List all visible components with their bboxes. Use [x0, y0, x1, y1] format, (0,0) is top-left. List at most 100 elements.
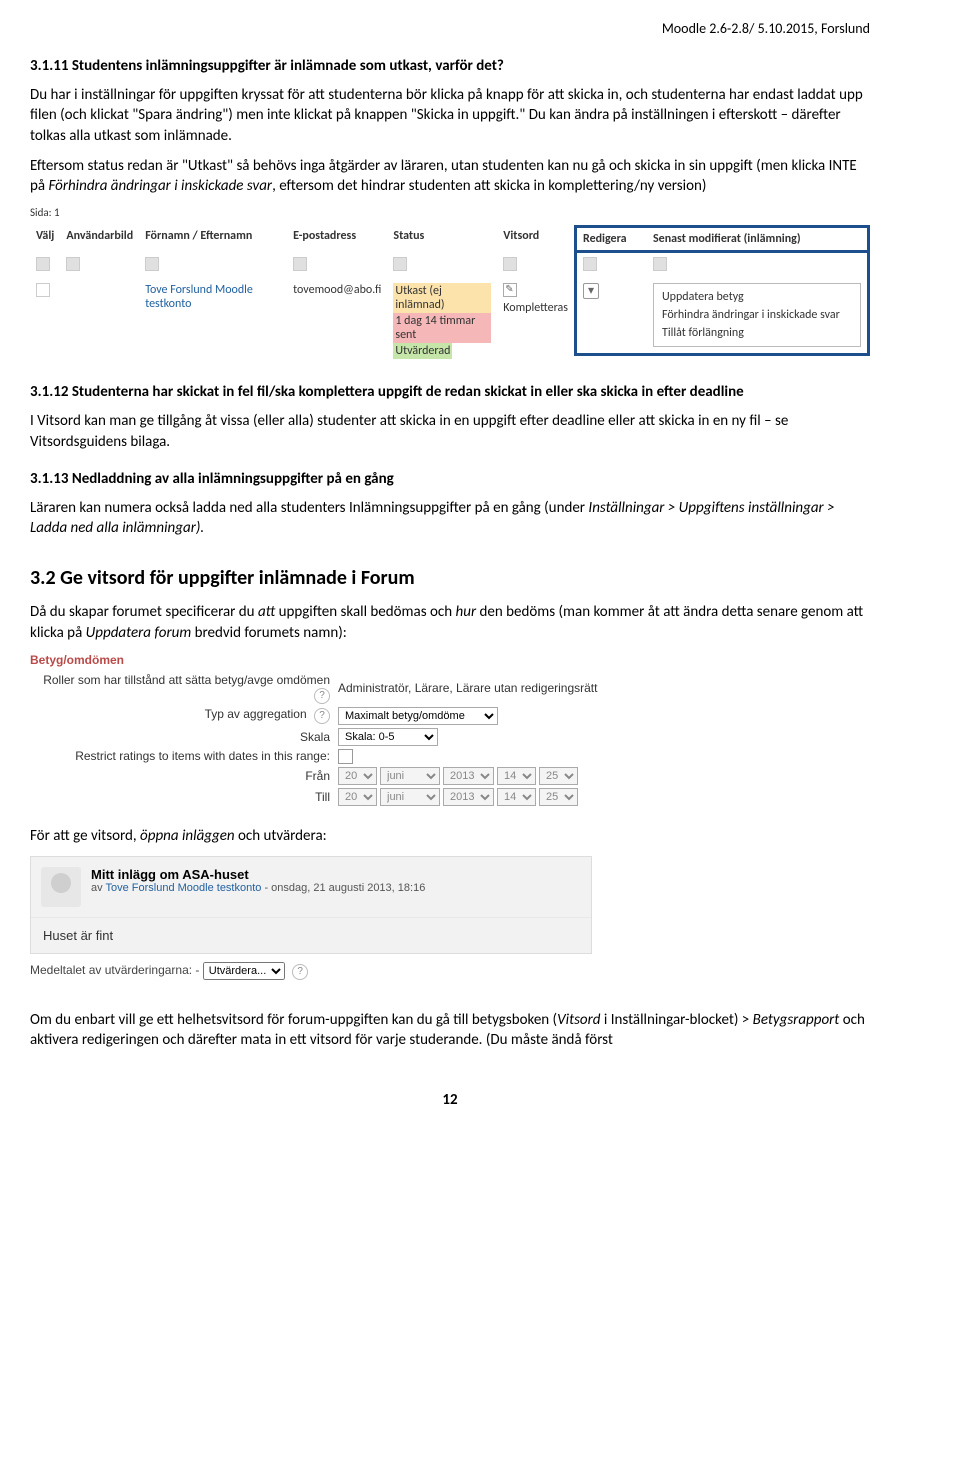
- collapse-icon[interactable]: [653, 257, 667, 271]
- avatar: [41, 867, 81, 907]
- txt: i Inställningar-blocket) >: [600, 1011, 752, 1029]
- table-header-row: Välj Användarbild Förnamn / Efternamn E-…: [30, 225, 870, 253]
- txt: Då du skapar forumet specificerar du: [30, 603, 258, 621]
- collapse-icon[interactable]: [503, 257, 517, 271]
- status-cell: Utkast (ej inlämnad) 1 dag 14 timmar sen…: [387, 279, 497, 363]
- gear-icon[interactable]: ▾: [583, 283, 599, 299]
- txt: Läraren kan numera också ladda ned alla …: [30, 499, 588, 517]
- to-hour-select[interactable]: 14: [497, 788, 536, 806]
- col-status: Status: [387, 225, 497, 253]
- txt: och utvärdera:: [235, 827, 327, 845]
- post-body: Huset är fint: [31, 918, 591, 953]
- txt: Om du enbart vill ge ett helhetsvitsord …: [30, 1011, 557, 1029]
- student-email: tovemood@abo.fi: [287, 279, 387, 363]
- heading-3-1-12: 3.1.12 Studenterna har skickat in fel fi…: [30, 383, 870, 401]
- txt-italic: hur: [456, 603, 477, 621]
- forum-post: Mitt inlägg om ASA-huset av Tove Forslun…: [30, 856, 592, 954]
- ratings-section-title: Betyg/omdömen: [30, 653, 870, 667]
- post-author-link[interactable]: Tove Forslund Moodle testkonto: [105, 882, 261, 894]
- ratings-settings-form: Betyg/omdömen Roller som har tillstånd a…: [30, 653, 870, 806]
- grade-cell: Kompletteras: [497, 279, 574, 363]
- to-year-select[interactable]: 2013: [443, 788, 494, 806]
- page-header: Moodle 2.6-2.8/ 5.10.2015, Forslund: [30, 20, 870, 37]
- heading-3-1-13: 3.1.13 Nedladdning av alla inlämningsupp…: [30, 470, 870, 488]
- table-filter-row: [30, 253, 870, 279]
- from-min-select[interactable]: 25: [539, 767, 578, 785]
- help-icon[interactable]: [292, 964, 308, 980]
- col-edit: Redigera: [583, 232, 653, 246]
- scale-label: Skala: [30, 730, 338, 744]
- heading-3-2: 3.2 Ge vitsord för uppgifter inlämnade i…: [30, 566, 870, 590]
- from-day-select[interactable]: 20: [338, 767, 377, 785]
- edit-dropdown-menu: Uppdatera betyg Förhindra ändringar i in…: [653, 283, 861, 347]
- txt: För att ge vitsord,: [30, 827, 140, 845]
- rating-line: Medeltalet av utvärderingarna: - Utvärde…: [30, 962, 870, 980]
- row-checkbox[interactable]: [36, 283, 50, 297]
- post-subject: Mitt inlägg om ASA-huset: [91, 867, 425, 882]
- para-final: Om du enbart vill ge ett helhetsvitsord …: [30, 1010, 870, 1051]
- heading-3-1-11: 3.1.11 Studentens inlämningsuppgifter är…: [30, 57, 870, 75]
- to-day-select[interactable]: 20: [338, 788, 377, 806]
- col-grade: Vitsord: [497, 225, 574, 253]
- collapse-icon[interactable]: [145, 257, 159, 271]
- page-indicator: Sida: 1: [30, 206, 870, 219]
- collapse-icon[interactable]: [293, 257, 307, 271]
- txt: - onsdag, 21 augusti 2013, 18:16: [261, 882, 425, 894]
- txt-italic: Uppdatera forum: [86, 624, 192, 642]
- para-3-1-13: Läraren kan numera också ladda ned alla …: [30, 498, 870, 539]
- txt-italic: Vitsord: [557, 1011, 600, 1029]
- to-month-select[interactable]: juni: [380, 788, 440, 806]
- para-open-posts: För att ge vitsord, öppna inläggen och u…: [30, 826, 870, 846]
- collapse-icon[interactable]: [66, 257, 80, 271]
- menu-prevent-changes[interactable]: Förhindra ändringar i inskickade svar: [662, 306, 852, 324]
- scale-select[interactable]: Skala: 0-5: [338, 728, 438, 746]
- menu-allow-extension[interactable]: Tillåt förlängning: [662, 324, 852, 342]
- para-3-1-11-b: Eftersom status redan är "Utkast" så beh…: [30, 156, 870, 197]
- collapse-icon[interactable]: [393, 257, 407, 271]
- restrict-checkbox[interactable]: [338, 749, 353, 764]
- from-hour-select[interactable]: 14: [497, 767, 536, 785]
- rating-select[interactable]: Utvärdera...: [203, 962, 285, 980]
- txt: , eftersom det hindrar studenten att ski…: [272, 177, 706, 195]
- col-name: Förnamn / Efternamn: [139, 225, 287, 253]
- page-number: 12: [30, 1091, 870, 1109]
- txt-italic: Förhindra ändringar i inskickade svar: [48, 177, 272, 195]
- status-badge-graded: Utvärderad: [393, 343, 452, 359]
- from-month-select[interactable]: juni: [380, 767, 440, 785]
- txt: av: [91, 882, 105, 894]
- from-label: Från: [30, 769, 338, 783]
- txt: bredvid forumets namn):: [191, 624, 347, 642]
- status-badge-draft: Utkast (ej inlämnad): [393, 283, 491, 313]
- txt: uppgiften skall bedömas och: [275, 603, 455, 621]
- txt-italic: öppna inläggen: [140, 827, 235, 845]
- para-3-1-12: I Vitsord kan man ge tillgång åt vissa (…: [30, 411, 870, 452]
- roles-label: Roller som har tillstånd att sätta betyg…: [43, 673, 330, 687]
- txt-italic: att: [258, 603, 275, 621]
- table-row: Tove Forslund Moodle testkonto tovemood@…: [30, 279, 870, 363]
- collapse-icon[interactable]: [583, 257, 597, 271]
- rating-label: Medeltalet av utvärderingarna: -: [30, 963, 199, 977]
- edit-icon[interactable]: [503, 283, 517, 297]
- post-byline: av Tove Forslund Moodle testkonto - onsd…: [91, 882, 425, 894]
- to-min-select[interactable]: 25: [539, 788, 578, 806]
- status-badge-late: 1 dag 14 timmar sent: [393, 313, 491, 343]
- help-icon[interactable]: [314, 688, 330, 704]
- roles-value: Administratör, Lärare, Lärare utan redig…: [338, 681, 597, 695]
- grade-value: Kompletteras: [503, 301, 568, 315]
- grading-table: Välj Användarbild Förnamn / Efternamn E-…: [30, 225, 870, 363]
- checkbox-icon[interactable]: [36, 257, 50, 271]
- para-3-2-intro: Då du skapar forumet specificerar du att…: [30, 602, 870, 643]
- txt-italic: Betygsrapport: [753, 1011, 840, 1029]
- col-email: E-postadress: [287, 225, 387, 253]
- col-modified: Senast modifierat (inlämning): [653, 232, 801, 246]
- para-3-1-11-a: Du har i inställningar för uppgiften kry…: [30, 85, 870, 146]
- student-name-link[interactable]: Tove Forslund Moodle testkonto: [139, 279, 287, 363]
- from-year-select[interactable]: 2013: [443, 767, 494, 785]
- to-label: Till: [30, 790, 338, 804]
- col-avatar: Användarbild: [60, 225, 139, 253]
- aggregation-select[interactable]: Maximalt betyg/omdöme: [338, 707, 498, 725]
- col-select: Välj: [30, 225, 60, 253]
- aggregation-label: Typ av aggregation: [205, 707, 307, 721]
- menu-update-grade[interactable]: Uppdatera betyg: [662, 288, 852, 306]
- help-icon[interactable]: [314, 708, 330, 724]
